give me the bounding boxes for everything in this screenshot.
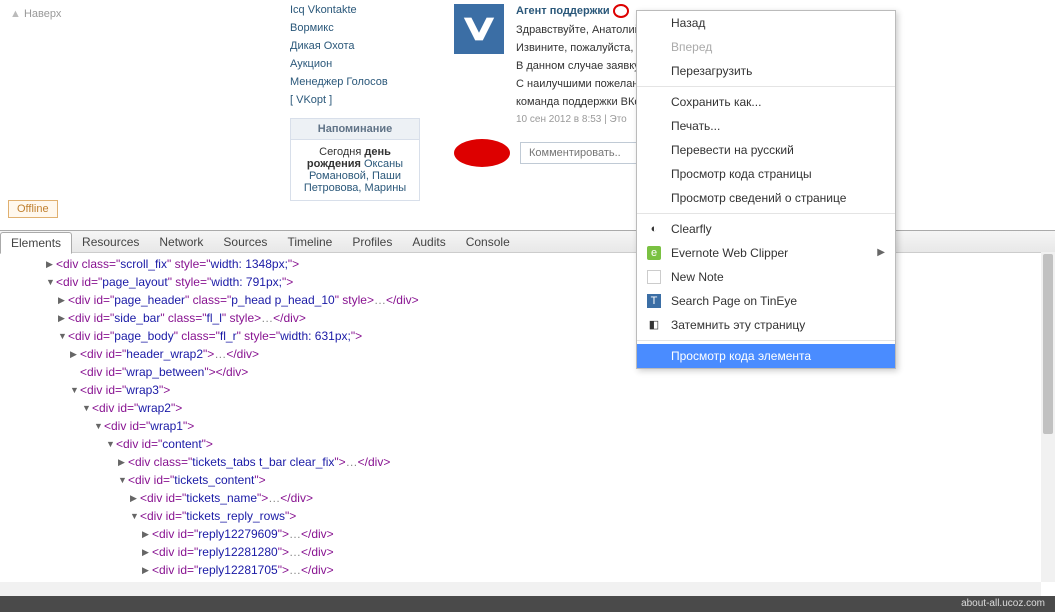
ctx-new-note[interactable]: New Note — [637, 265, 895, 289]
highlight-circle-icon — [613, 4, 629, 18]
link-voices[interactable]: Менеджер Голосов — [290, 76, 450, 88]
link-hunt[interactable]: Дикая Охота — [290, 40, 450, 52]
link-icq[interactable]: Icq Vkontakte — [290, 4, 450, 16]
tab-profiles[interactable]: Profiles — [342, 232, 402, 252]
tab-resources[interactable]: Resources — [72, 232, 149, 252]
message-line: С наилучшими пожелани — [516, 78, 645, 90]
message-line: В данном случае заявку — [516, 60, 645, 72]
evernote-icon: e — [647, 246, 661, 260]
link-auction[interactable]: Аукцион — [290, 58, 450, 70]
devtools-elements-tree[interactable]: ▶<div class="scroll_fix" style="width: 1… — [0, 253, 1055, 596]
tab-sources[interactable]: Sources — [213, 232, 277, 252]
message-date: 10 сен 2012 в 8:53 — [516, 114, 601, 125]
scrollbar-thumb[interactable] — [1043, 254, 1053, 434]
tab-audits[interactable]: Audits — [402, 232, 455, 252]
message-line: команда поддержки ВКо — [516, 96, 645, 108]
highlight-oval-icon — [454, 139, 510, 167]
message-this: Это — [610, 114, 627, 125]
context-menu: Назад Вперед Перезагрузить Сохранить как… — [636, 10, 896, 369]
ctx-translate[interactable]: Перевести на русский — [637, 138, 895, 162]
devtools-tabs: Elements Resources Network Sources Timel… — [0, 231, 1055, 253]
chevron-right-icon: ▶ — [877, 247, 885, 258]
tab-network[interactable]: Network — [149, 232, 213, 252]
message-line: Здравствуйте, Анатолий — [516, 24, 645, 36]
avatar — [454, 4, 504, 54]
offline-badge: Offline — [8, 200, 58, 218]
scroll-up-link[interactable]: ▲ Наверх — [10, 8, 61, 20]
darken-icon: ◧ — [647, 318, 661, 332]
clearfly-icon: ◐ — [647, 222, 661, 236]
ctx-tineye[interactable]: TSearch Page on TinEye — [637, 289, 895, 313]
ctx-evernote[interactable]: eEvernote Web Clipper▶ — [637, 241, 895, 265]
footer-watermark: about-all.ucoz.com — [0, 596, 1055, 612]
ctx-page-info[interactable]: Просмотр сведений о странице — [637, 186, 895, 210]
note-icon — [647, 270, 661, 284]
link-vkopt[interactable]: [ VKopt ] — [290, 94, 450, 106]
scrollbar-vertical[interactable] — [1041, 252, 1055, 582]
devtools-panel: Elements Resources Network Sources Timel… — [0, 230, 1055, 596]
reminder-box: Напоминание Сегодня день рождения Оксаны… — [290, 118, 420, 201]
ctx-view-source[interactable]: Просмотр кода страницы — [637, 162, 895, 186]
ctx-save-as[interactable]: Сохранить как... — [637, 90, 895, 114]
ctx-forward: Вперед — [637, 35, 895, 59]
tab-console[interactable]: Console — [456, 232, 520, 252]
ctx-back[interactable]: Назад — [637, 11, 895, 35]
ctx-clearfly[interactable]: ◐Clearfly — [637, 217, 895, 241]
message-line: Извините, пожалуйста, з — [516, 42, 645, 54]
tab-elements[interactable]: Elements — [0, 232, 72, 254]
tineye-icon: T — [647, 294, 661, 308]
ctx-darken[interactable]: ◧Затемнить эту страницу — [637, 313, 895, 337]
sidebar-links: Icq Vkontakte Вормикс Дикая Охота Аукцио… — [290, 0, 450, 230]
tab-timeline[interactable]: Timeline — [277, 232, 342, 252]
link-vormix[interactable]: Вормикс — [290, 22, 450, 34]
ctx-print[interactable]: Печать... — [637, 114, 895, 138]
ctx-inspect-element[interactable]: Просмотр кода элемента — [637, 344, 895, 368]
ctx-reload[interactable]: Перезагрузить — [637, 59, 895, 83]
message-author[interactable]: Агент поддержки — [516, 5, 610, 17]
scrollbar-horizontal[interactable] — [0, 582, 1041, 596]
reminder-title: Напоминание — [291, 119, 419, 140]
